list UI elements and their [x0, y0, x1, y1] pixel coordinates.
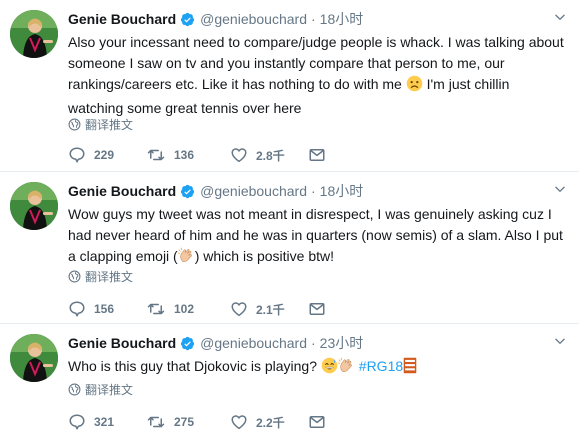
user-handle[interactable]: @geniebouchard: [200, 11, 307, 27]
envelope-icon: [308, 146, 326, 164]
retweet-icon: [146, 413, 166, 431]
timestamp[interactable]: 18小时: [320, 181, 364, 201]
tweet[interactable]: Genie Bouchard @geniebouchard · 18小时 Als…: [0, 0, 579, 172]
translate-tweet-link[interactable]: 翻译推文: [68, 116, 133, 133]
retweet-icon: [146, 146, 166, 164]
like-count: 2.2千: [256, 415, 285, 430]
user-name[interactable]: Genie Bouchard: [68, 183, 176, 199]
globe-icon: [68, 118, 81, 131]
timestamp[interactable]: 18小时: [320, 9, 364, 29]
envelope-icon: [308, 413, 326, 431]
chevron-down-icon[interactable]: [553, 334, 567, 348]
translate-label: 翻译推文: [85, 118, 134, 132]
separator: ·: [311, 335, 316, 351]
tweet-text-part: Who is this guy that Djokovic is playing…: [68, 358, 321, 374]
globe-icon: [68, 270, 81, 283]
heart-icon: [230, 413, 248, 431]
like-button[interactable]: 2.1千: [230, 300, 308, 318]
retweet-button[interactable]: 102: [146, 300, 230, 318]
verified-badge-icon: [180, 336, 195, 351]
tweet-text: Who is this guy that Djokovic is playing…: [68, 356, 568, 380]
reply-button[interactable]: 321: [68, 413, 146, 431]
verified-badge-icon: [180, 184, 195, 199]
translate-tweet-link[interactable]: 翻译推文: [68, 268, 133, 285]
reply-count: 229: [94, 148, 115, 162]
retweet-count: 275: [174, 415, 195, 429]
tweet-header: Genie Bouchard @geniebouchard · 18小时: [68, 182, 363, 200]
avatar[interactable]: [10, 10, 58, 58]
like-button[interactable]: 2.8千: [230, 146, 308, 164]
user-handle[interactable]: @geniebouchard: [200, 183, 307, 199]
avatar[interactable]: [10, 334, 58, 382]
slightly-frowning-face-icon: [406, 75, 423, 98]
direct-message-button[interactable]: [308, 146, 334, 164]
tweet[interactable]: Genie Bouchard @geniebouchard · 23小时 Who…: [0, 324, 579, 437]
heart-icon: [230, 300, 248, 318]
clapping-hands-icon: [338, 357, 355, 380]
retweet-count: 136: [174, 148, 195, 162]
retweet-button[interactable]: 136: [146, 146, 230, 164]
hashtag-link[interactable]: #RG18: [359, 358, 403, 374]
tweet-actions: 156 102 2.1千: [68, 300, 334, 318]
tweet-text-part: ) which is positive btw!: [194, 248, 335, 264]
clapping-hands-icon: [178, 247, 195, 270]
direct-message-button[interactable]: [308, 300, 334, 318]
reply-button[interactable]: 156: [68, 300, 146, 318]
reply-icon: [68, 300, 86, 318]
retweet-icon: [146, 300, 166, 318]
like-count: 2.1千: [256, 302, 285, 317]
retweet-count: 102: [174, 302, 195, 316]
reply-icon: [68, 413, 86, 431]
tweet-header: Genie Bouchard @geniebouchard · 18小时: [68, 10, 363, 28]
tweet-header: Genie Bouchard @geniebouchard · 23小时: [68, 334, 363, 352]
globe-icon: [68, 383, 81, 396]
user-name[interactable]: Genie Bouchard: [68, 11, 176, 27]
avatar[interactable]: [10, 182, 58, 230]
chevron-down-icon[interactable]: [553, 182, 567, 196]
like-count: 2.8千: [256, 148, 285, 163]
separator: ·: [311, 11, 316, 27]
verified-badge-icon: [180, 12, 195, 27]
separator: ·: [311, 183, 316, 199]
tweet-text: Also your incessant need to compare/judg…: [68, 32, 568, 119]
reply-icon: [68, 146, 86, 164]
direct-message-button[interactable]: [308, 413, 334, 431]
tweet[interactable]: Genie Bouchard @geniebouchard · 18小时 Wow…: [0, 172, 579, 324]
reply-button[interactable]: 229: [68, 146, 146, 164]
chevron-down-icon[interactable]: [553, 10, 567, 24]
timestamp[interactable]: 23小时: [320, 333, 364, 353]
user-handle[interactable]: @geniebouchard: [200, 335, 307, 351]
reply-count: 156: [94, 302, 115, 316]
heart-icon: [230, 146, 248, 164]
roland-garros-icon: [403, 357, 417, 380]
grinning-sweat-face-icon: [321, 357, 338, 380]
envelope-icon: [308, 300, 326, 318]
reply-count: 321: [94, 415, 115, 429]
tweet-text: Wow guys my tweet was not meant in disre…: [68, 204, 568, 270]
like-button[interactable]: 2.2千: [230, 413, 308, 431]
user-name[interactable]: Genie Bouchard: [68, 335, 176, 351]
translate-label: 翻译推文: [85, 270, 134, 284]
tweet-actions: 321 275 2.2千: [68, 413, 334, 431]
tweet-actions: 229 136 2.8千: [68, 146, 334, 164]
translate-label: 翻译推文: [85, 383, 134, 397]
translate-tweet-link[interactable]: 翻译推文: [68, 381, 133, 398]
retweet-button[interactable]: 275: [146, 413, 230, 431]
